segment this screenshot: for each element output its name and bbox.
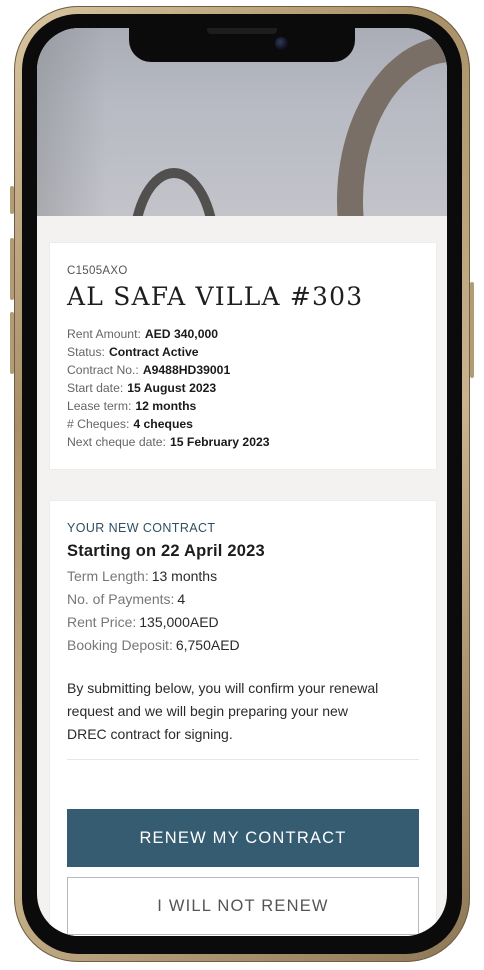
detail-value: 4 cheques xyxy=(133,417,193,431)
property-code: C1505AXO xyxy=(67,265,128,277)
term-label: No. of Payments: xyxy=(67,591,175,607)
side-button xyxy=(470,282,474,378)
detail-row: Start date: 15 August 2023 xyxy=(67,379,419,397)
camera-icon xyxy=(275,37,288,50)
detail-value: 12 months xyxy=(135,399,197,413)
detail-label: Next cheque date: xyxy=(67,435,166,449)
term-row: Booking Deposit: 6,750AED xyxy=(67,634,419,657)
phone-screen: C1505AXO AL SAFA VILLA #303 Rent Amount:… xyxy=(37,28,447,936)
section-label: YOUR NEW CONTRACT xyxy=(67,521,216,535)
property-card: C1505AXO AL SAFA VILLA #303 Rent Amount:… xyxy=(49,242,437,470)
renew-contract-button[interactable]: RENEW MY CONTRACT xyxy=(67,809,419,867)
detail-value: AED 340,000 xyxy=(144,327,219,341)
detail-row: Contract No.: A9488HD39001 xyxy=(67,361,419,379)
detail-row: Lease term: 12 months xyxy=(67,397,419,415)
term-value: 13 months xyxy=(151,568,218,584)
decline-renewal-button[interactable]: I WILL NOT RENEW xyxy=(67,877,419,935)
detail-label: Start date: xyxy=(67,381,124,395)
photo-shade xyxy=(37,28,107,216)
contract-terms: Term Length: 13 months No. of Payments: 4 … xyxy=(67,565,419,657)
detail-label: # Cheques: xyxy=(67,417,130,431)
detail-value: 15 February 2023 xyxy=(169,435,270,449)
detail-row: Rent Amount: AED 340,000 xyxy=(67,325,419,343)
new-contract-card: YOUR NEW CONTRACT Starting on 22 April 2… xyxy=(49,500,437,936)
start-date-heading: Starting on 22 April 2023 xyxy=(67,542,265,560)
term-label: Term Length: xyxy=(67,568,149,584)
side-button xyxy=(10,238,14,300)
confirmation-text: By submitting below, you will confirm yo… xyxy=(67,680,379,742)
detail-row: Status: Contract Active xyxy=(67,343,419,361)
term-label: Booking Deposit: xyxy=(67,637,173,653)
term-value: 135,000AED xyxy=(139,614,219,630)
detail-label: Lease term: xyxy=(67,399,132,413)
term-label: Rent Price: xyxy=(67,614,137,630)
term-row: Rent Price: 135,000AED xyxy=(67,611,419,634)
detail-row: Next cheque date: 15 February 2023 xyxy=(67,433,419,451)
term-row: Term Length: 13 months xyxy=(67,565,419,588)
notch xyxy=(129,28,355,62)
term-value: 6,750AED xyxy=(175,637,240,653)
detail-value: A9488HD39001 xyxy=(142,363,231,377)
side-button xyxy=(10,312,14,374)
term-row: No. of Payments: 4 xyxy=(67,588,419,611)
property-details: Rent Amount: AED 340,000 Status: Contract … xyxy=(67,325,419,451)
detail-value: 15 August 2023 xyxy=(127,381,217,395)
detail-label: Status: xyxy=(67,345,105,359)
term-value: 4 xyxy=(177,591,186,607)
detail-label: Contract No.: xyxy=(67,363,139,377)
property-title: AL SAFA VILLA #303 xyxy=(67,282,364,311)
detail-label: Rent Amount: xyxy=(67,327,141,341)
divider xyxy=(67,759,419,760)
speaker xyxy=(207,28,277,34)
detail-value: Contract Active xyxy=(108,345,199,359)
detail-row: # Cheques: 4 cheques xyxy=(67,415,419,433)
arch-shape xyxy=(337,36,447,216)
arch-shape xyxy=(129,168,219,216)
side-button xyxy=(10,186,14,214)
